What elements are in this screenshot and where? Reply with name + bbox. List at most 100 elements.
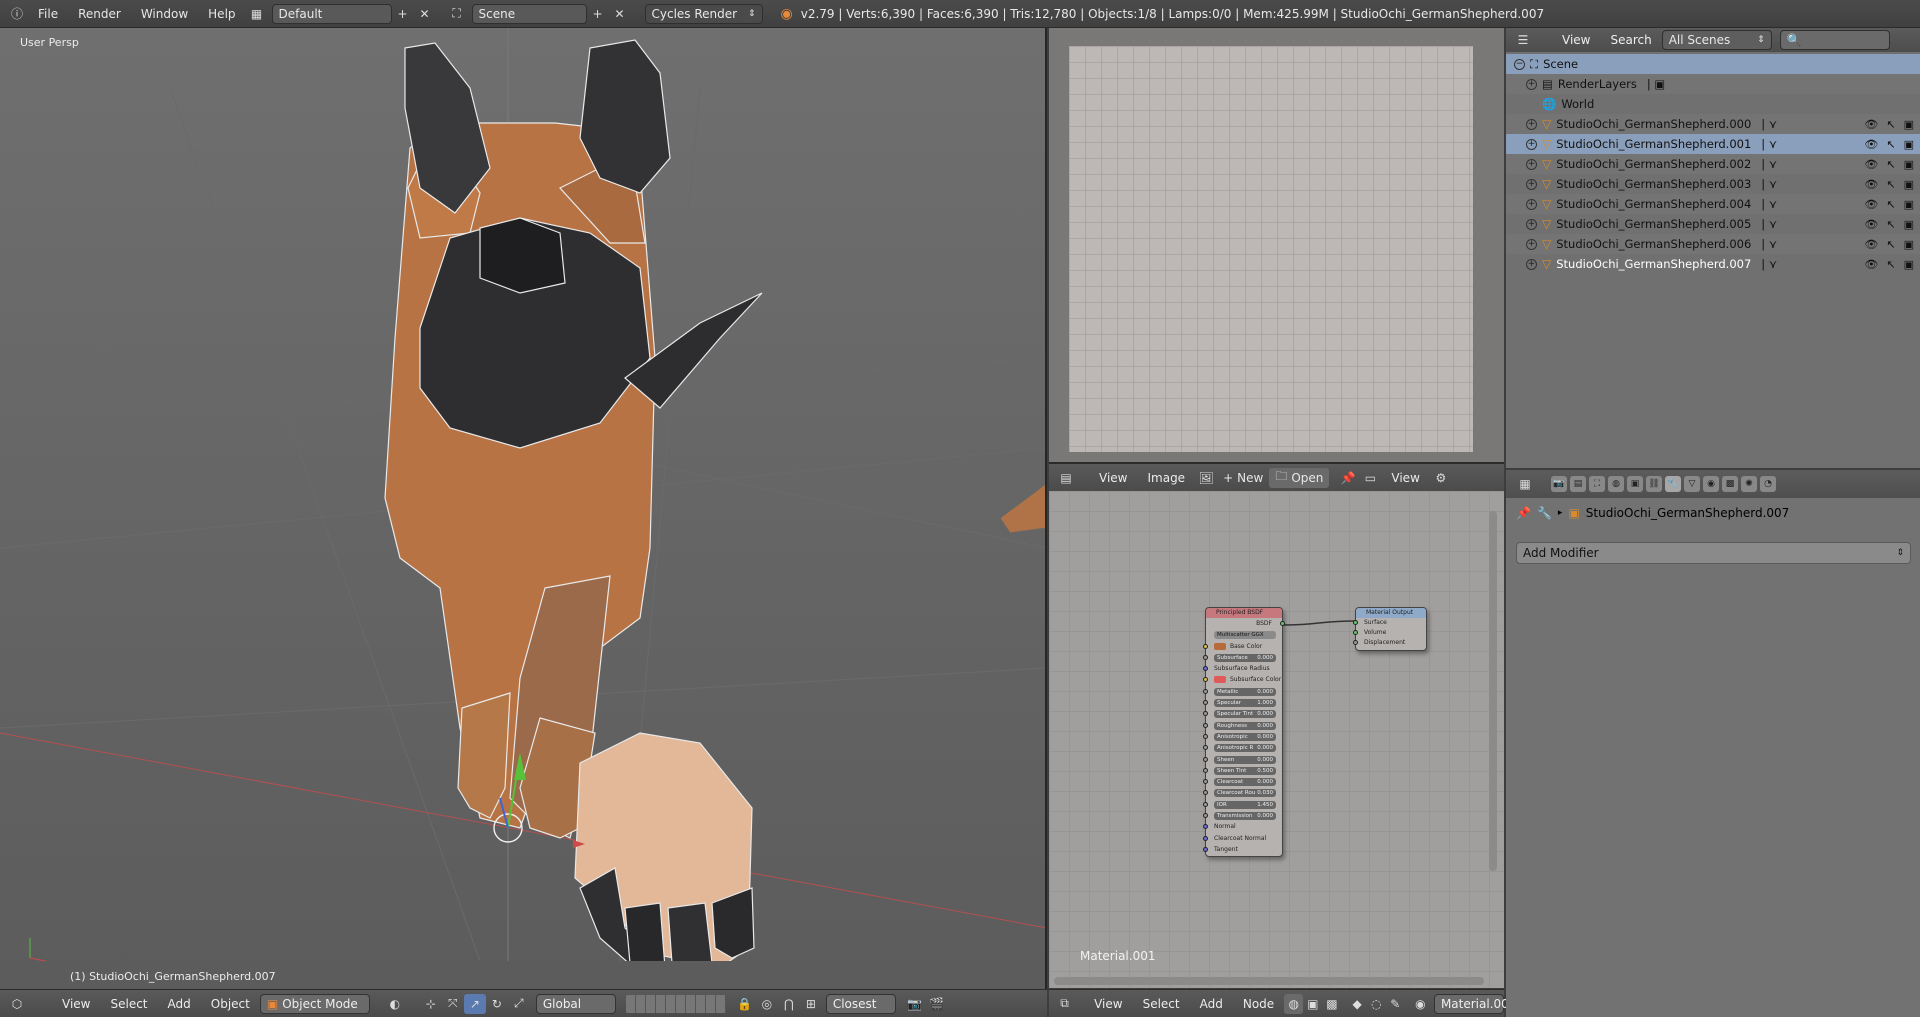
menu-help[interactable]: Help xyxy=(198,7,245,21)
orientation-dropdown[interactable]: Global xyxy=(535,993,616,1014)
shader-tree-icon[interactable]: ◍ xyxy=(1284,993,1304,1014)
scene-tab-icon[interactable]: ⛶ xyxy=(1589,476,1605,492)
volume-socket[interactable] xyxy=(1353,630,1358,635)
render-camera-icon[interactable]: ▣ xyxy=(1904,158,1914,171)
cursor-select-icon[interactable]: ↖ xyxy=(1886,238,1895,251)
scale-manipulator-icon[interactable]: ⤢ xyxy=(508,994,530,1014)
input-value-field[interactable]: Sheen Tint 0.500 xyxy=(1214,766,1276,775)
vertical-scrollbar[interactable] xyxy=(1489,511,1497,871)
outliner-menu-search[interactable]: Search xyxy=(1600,33,1661,47)
texture-tree-icon[interactable]: ▩ xyxy=(1322,994,1341,1014)
principled-input-row[interactable]: Sheen Tint 0.500 xyxy=(1203,765,1282,776)
texture-tab-icon[interactable]: ▩ xyxy=(1722,476,1738,492)
outliner-object-row[interactable]: + ▽ StudioOchi_GermanShepherd.004 | ⋎ 👁 ↖ ▣ xyxy=(1506,194,1920,214)
properties-editor[interactable]: ▦ 📷 ▤ ⛶ ◍ ▣ ⛓ 🔧 ▽ ◉ ▩ ✺ ◔ 📌 🔧 ▸ ▣ Studio… xyxy=(1506,470,1920,1017)
menu-view[interactable]: View xyxy=(52,997,100,1011)
principled-input-row[interactable]: Clearcoat Rou 0.030 xyxy=(1203,787,1282,798)
input-socket[interactable] xyxy=(1203,756,1208,762)
cursor-select-icon[interactable]: ↖ xyxy=(1886,118,1895,131)
eye-icon[interactable]: 👁 xyxy=(1864,218,1878,231)
bsdf-output-socket[interactable] xyxy=(1280,621,1285,626)
render-tab-icon[interactable]: 📷 xyxy=(1551,476,1567,492)
render-camera-icon[interactable]: ▣ xyxy=(1904,258,1914,271)
expand-icon[interactable]: + xyxy=(1526,258,1537,270)
add-scene-icon[interactable]: + xyxy=(587,4,609,24)
input-value-field[interactable]: Anisotropic 0.000 xyxy=(1214,732,1276,741)
physics-tab-icon[interactable]: ◔ xyxy=(1760,476,1776,492)
principled-input-row[interactable]: Clearcoat Normal xyxy=(1203,833,1282,844)
expand-icon[interactable]: + xyxy=(1526,158,1537,170)
editor-type-3dview-icon[interactable]: ⬡ xyxy=(6,994,28,1014)
menu-add[interactable]: Add xyxy=(158,997,201,1011)
snap-magnet-icon[interactable]: ⋂ xyxy=(778,994,800,1014)
proportional-edit-icon[interactable]: ◎ xyxy=(756,994,778,1014)
cursor-select-icon[interactable]: ↖ xyxy=(1886,258,1895,271)
outliner-object-row[interactable]: + ▽ StudioOchi_GermanShepherd.007 | ⋎ 👁 ↖ ▣ xyxy=(1506,254,1920,274)
cursor-select-icon[interactable]: ↖ xyxy=(1886,158,1895,171)
material-field[interactable]: Material.00 xyxy=(1433,993,1509,1014)
new-image-button[interactable]: + New xyxy=(1217,471,1269,485)
principled-input-row[interactable]: Clearcoat 0.000 xyxy=(1203,776,1282,787)
cursor-select-icon[interactable]: ↖ xyxy=(1886,138,1895,151)
render-layers-tab-icon[interactable]: ▤ xyxy=(1570,476,1586,492)
input-socket[interactable] xyxy=(1203,733,1208,739)
input-socket[interactable] xyxy=(1203,688,1208,694)
expand-icon[interactable]: + xyxy=(1526,198,1537,210)
render-camera-icon[interactable]: ▣ xyxy=(1904,198,1914,211)
world-shader-icon[interactable]: ◌ xyxy=(1367,994,1386,1014)
image-view-dropdown[interactable]: View xyxy=(1381,471,1429,485)
other-dog-paw[interactable] xyxy=(999,483,1047,534)
input-value-field[interactable]: Specular 1.000 xyxy=(1214,699,1276,708)
principled-input-row[interactable]: Normal xyxy=(1203,821,1282,832)
cursor-select-icon[interactable]: ↖ xyxy=(1886,218,1895,231)
principled-input-row[interactable]: Subsurface 0.000 xyxy=(1203,652,1282,663)
add-layout-icon[interactable]: + xyxy=(392,4,414,24)
pivot-point-icon[interactable]: ⊹ xyxy=(420,994,442,1014)
horizontal-scrollbar[interactable] xyxy=(1054,977,1484,985)
input-value-field[interactable]: Sheen 0.000 xyxy=(1214,755,1276,764)
input-value-field[interactable]: IOR 1.450 xyxy=(1214,800,1276,809)
screen-layout-field[interactable]: Default xyxy=(271,3,392,24)
eye-icon[interactable]: 👁 xyxy=(1864,138,1878,151)
eye-icon[interactable]: 👁 xyxy=(1864,198,1878,211)
expand-icon[interactable]: + xyxy=(1526,218,1537,230)
manipulator-toggle-icon[interactable]: ⤧ xyxy=(442,994,464,1014)
scene-icon[interactable]: ⛶ xyxy=(446,4,468,24)
editor-type-outliner-icon[interactable]: ☰ xyxy=(1512,30,1534,50)
eye-icon[interactable]: 👁 xyxy=(1864,118,1878,131)
outliner-row-world[interactable]: 🌐 World xyxy=(1506,94,1920,114)
input-socket[interactable] xyxy=(1203,745,1208,751)
principled-input-row[interactable]: Roughness 0.000 xyxy=(1203,720,1282,731)
compositing-tree-icon[interactable]: ▣ xyxy=(1303,994,1322,1014)
input-socket[interactable] xyxy=(1203,643,1208,649)
expand-icon[interactable]: + xyxy=(1526,238,1537,250)
render-camera-icon[interactable]: ▣ xyxy=(1904,218,1914,231)
eye-icon[interactable]: 👁 xyxy=(1864,158,1878,171)
lock-layers-icon[interactable]: 🔒 xyxy=(734,994,756,1014)
add-modifier-dropdown[interactable]: Add Modifier ⇕ xyxy=(1516,542,1911,564)
world-tab-icon[interactable]: ◍ xyxy=(1608,476,1624,492)
render-camera-icon[interactable]: ▣ xyxy=(1904,118,1914,131)
input-socket[interactable] xyxy=(1203,711,1208,717)
3d-viewport[interactable]: User Persp (1) StudioOchi_GermanShepherd… xyxy=(0,28,1047,989)
displacement-socket[interactable] xyxy=(1353,640,1358,645)
mode-dropdown[interactable]: ▣ Object Mode xyxy=(259,993,370,1014)
snap-element-icon[interactable]: ⊞ xyxy=(800,994,822,1014)
render-camera-icon[interactable]: ▣ xyxy=(1904,138,1914,151)
remove-scene-icon[interactable]: ✕ xyxy=(609,4,631,24)
render-camera-icon[interactable]: ▣ xyxy=(1904,178,1914,191)
distribution-dropdown[interactable]: Multiscatter GGX xyxy=(1214,631,1276,640)
editor-type-node-icon[interactable]: ⧉ xyxy=(1055,994,1074,1014)
input-socket[interactable] xyxy=(1203,824,1208,830)
modifiers-tab-icon[interactable]: 🔧 xyxy=(1665,476,1681,492)
node-menu-select[interactable]: Select xyxy=(1133,997,1190,1011)
input-value-field[interactable]: Clearcoat 0.000 xyxy=(1214,778,1276,787)
outliner-object-row[interactable]: + ▽ StudioOchi_GermanShepherd.005 | ⋎ 👁 ↖ ▣ xyxy=(1506,214,1920,234)
input-socket[interactable] xyxy=(1203,767,1208,773)
principled-input-row[interactable]: Subsurface Radius xyxy=(1203,663,1282,674)
outliner-object-row[interactable]: + ▽ StudioOchi_GermanShepherd.001 | ⋎ 👁 ↖ ▣ xyxy=(1506,134,1920,154)
surface-socket[interactable] xyxy=(1353,620,1358,625)
input-socket[interactable] xyxy=(1203,779,1208,785)
expand-icon[interactable]: + xyxy=(1526,178,1537,190)
input-socket[interactable] xyxy=(1203,846,1208,852)
